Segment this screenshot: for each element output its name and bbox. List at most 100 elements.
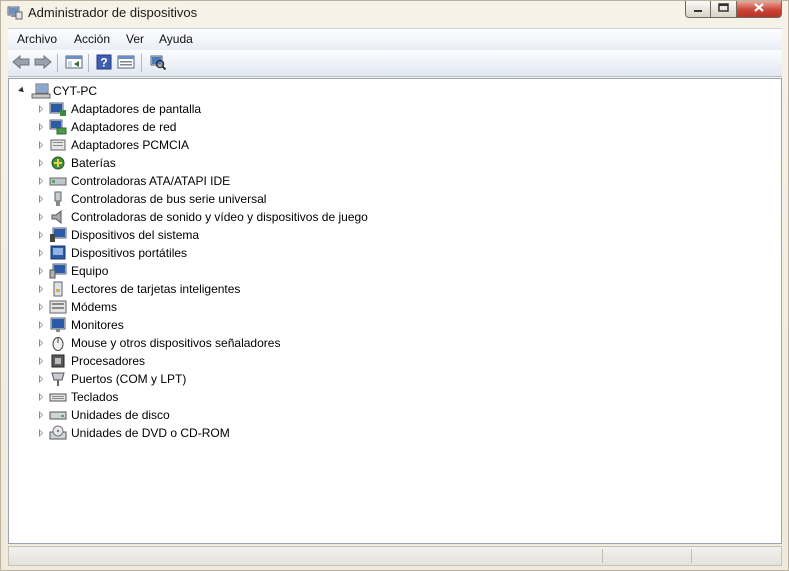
expand-arrow-icon[interactable]: [39, 195, 43, 203]
expand-arrow-icon[interactable]: [39, 429, 43, 437]
menu-ayuda[interactable]: Ayuda: [159, 32, 193, 46]
expand-arrow-icon[interactable]: [39, 411, 43, 419]
tree-item[interactable]: Controladoras ATA/ATAPI IDE: [37, 172, 637, 190]
usb-icon: [49, 191, 67, 207]
speaker-icon: [49, 209, 67, 225]
window-controls: [685, 1, 782, 19]
tree-item[interactable]: Monitores: [37, 316, 637, 334]
tree-item[interactable]: Lectores de tarjetas inteligentes: [37, 280, 637, 298]
tree-item[interactable]: Puertos (COM y LPT): [37, 370, 637, 388]
tree-item[interactable]: Controladoras de sonido y vídeo y dispos…: [37, 208, 637, 226]
display-adapter-icon: [49, 101, 67, 117]
tree-item-label: Procesadores: [71, 354, 146, 368]
title-bar[interactable]: Administrador de dispositivos: [1, 1, 788, 27]
expand-arrow-icon[interactable]: [39, 213, 43, 221]
collapse-arrow-icon[interactable]: [18, 86, 26, 95]
computer-icon: [31, 83, 51, 99]
status-divider: [602, 549, 603, 563]
forward-arrow-icon: [34, 54, 52, 72]
tree-item[interactable]: Equipo: [37, 262, 637, 280]
expand-arrow-icon[interactable]: [39, 177, 43, 185]
tree-item[interactable]: Dispositivos del sistema: [37, 226, 637, 244]
expand-arrow-icon[interactable]: [39, 123, 43, 131]
minimize-button[interactable]: [685, 1, 711, 18]
port-icon: [49, 371, 67, 387]
modem-icon: [49, 299, 67, 315]
tree-item[interactable]: Controladoras de bus serie universal: [37, 190, 637, 208]
toolbar-separator: [57, 54, 58, 72]
tree-item[interactable]: Mouse y otros dispositivos señaladores: [37, 334, 637, 352]
forward-button[interactable]: [33, 53, 53, 73]
expand-arrow-icon[interactable]: [39, 231, 43, 239]
maximize-button[interactable]: [711, 1, 737, 18]
tree-item[interactable]: Adaptadores de pantalla: [37, 100, 637, 118]
device-manager-window: Administrador de dispositivos Archivo Ac…: [0, 0, 789, 571]
computer-small-icon: [49, 263, 67, 279]
expand-arrow-icon[interactable]: [39, 321, 43, 329]
show-hide-tree-button[interactable]: [64, 53, 84, 73]
maximize-icon: [717, 2, 730, 16]
tree-item-label: Unidades de disco: [71, 408, 170, 422]
scan-hardware-button[interactable]: [148, 53, 168, 73]
tree-item[interactable]: Baterías: [37, 154, 637, 172]
expand-arrow-icon[interactable]: [39, 357, 43, 365]
tree-item-label: Dispositivos portátiles: [71, 246, 188, 260]
close-button[interactable]: [737, 1, 782, 18]
expand-arrow-icon[interactable]: [39, 303, 43, 311]
tree-item-label: Equipo: [71, 264, 109, 278]
battery-icon: [49, 155, 67, 171]
toolbar: ?: [8, 50, 782, 77]
tree-item-label: Adaptadores PCMCIA: [71, 138, 190, 152]
expand-arrow-icon[interactable]: [39, 285, 43, 293]
tree-item[interactable]: Dispositivos portátiles: [37, 244, 637, 262]
processor-icon: [49, 353, 67, 369]
svg-text:?: ?: [100, 55, 107, 69]
menu-ver[interactable]: Ver: [126, 32, 144, 46]
properties-button[interactable]: [116, 53, 136, 73]
menu-archivo[interactable]: Archivo: [17, 32, 57, 46]
tree-item-label: Teclados: [71, 390, 119, 404]
system-device-icon: [49, 227, 67, 243]
menu-accion[interactable]: Acción: [74, 32, 110, 46]
mouse-icon: [49, 335, 67, 351]
disk-drive-icon: [49, 407, 67, 423]
ide-controller-icon: [49, 173, 67, 189]
toolbar-separator: [141, 54, 142, 72]
tree-item-label: Monitores: [71, 318, 124, 332]
close-icon: [753, 2, 765, 16]
show-hide-tree-icon: [65, 55, 83, 72]
window-title: Administrador de dispositivos: [28, 5, 198, 20]
tree-item[interactable]: Procesadores: [37, 352, 637, 370]
tree-item-label: Dispositivos del sistema: [71, 228, 200, 242]
tree-item-label: Lectores de tarjetas inteligentes: [71, 282, 241, 296]
minimize-icon: [693, 2, 703, 16]
tree-item-label: Módems: [71, 300, 118, 314]
back-arrow-icon: [12, 54, 30, 72]
network-adapter-icon: [49, 119, 67, 135]
expand-arrow-icon[interactable]: [39, 375, 43, 383]
expand-arrow-icon[interactable]: [39, 267, 43, 275]
pcmcia-icon: [49, 137, 67, 153]
expand-arrow-icon[interactable]: [39, 105, 43, 113]
expand-arrow-icon[interactable]: [39, 249, 43, 257]
tree-item[interactable]: Adaptadores de red: [37, 118, 637, 136]
tree-item[interactable]: Módems: [37, 298, 637, 316]
monitor-icon: [49, 317, 67, 333]
tree-item-label: Mouse y otros dispositivos señaladores: [71, 336, 281, 350]
tree-item[interactable]: Adaptadores PCMCIA: [37, 136, 637, 154]
expand-arrow-icon[interactable]: [39, 159, 43, 167]
tree-item-label: Controladoras de sonido y vídeo y dispos…: [71, 210, 368, 224]
menu-bar: Archivo Acción Ver Ayuda: [8, 28, 782, 50]
tree-item[interactable]: Teclados: [37, 388, 637, 406]
expand-arrow-icon[interactable]: [39, 141, 43, 149]
help-button[interactable]: ?: [94, 53, 114, 73]
back-button[interactable]: [11, 53, 31, 73]
expand-arrow-icon[interactable]: [39, 393, 43, 401]
expand-arrow-icon[interactable]: [39, 339, 43, 347]
smart-card-icon: [49, 281, 67, 297]
device-tree[interactable]: CYT-PC Adaptadores de pantalla Adaptadore…: [8, 78, 782, 544]
tree-item[interactable]: Unidades de disco: [37, 406, 637, 424]
tree-item-label: Baterías: [71, 156, 116, 170]
tree-item-label: Unidades de DVD o CD-ROM: [71, 426, 230, 440]
tree-item[interactable]: Unidades de DVD o CD-ROM: [37, 424, 637, 442]
